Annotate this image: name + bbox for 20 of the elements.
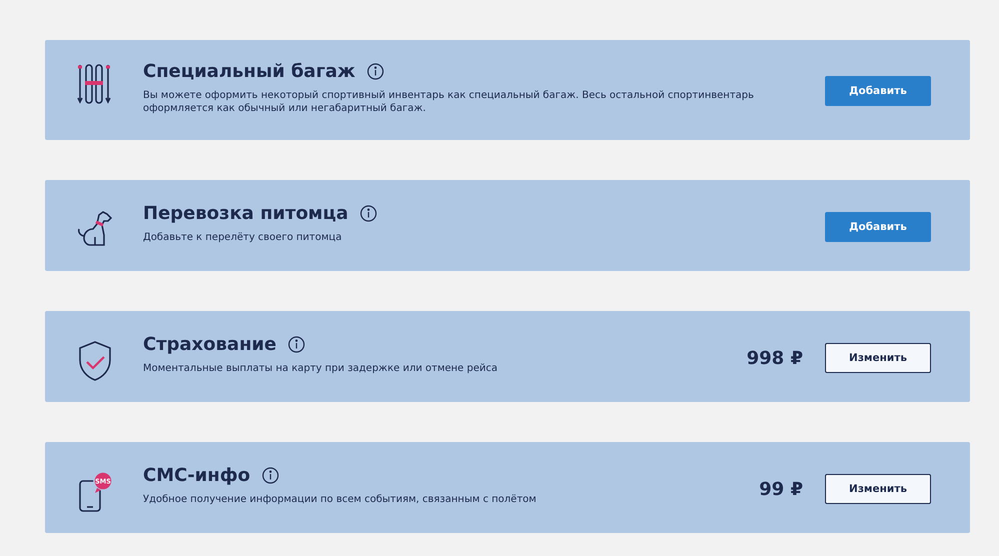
service-title: Перевозка питомца — [143, 203, 348, 224]
skis-icon — [77, 63, 111, 105]
change-button[interactable]: Изменить — [825, 343, 931, 373]
service-description: Удобное получение информации по всем событиям, связанным с полётом — [143, 493, 538, 506]
info-icon[interactable] — [262, 467, 280, 484]
service-title: Специальный багаж — [143, 61, 356, 82]
price: 998 ₽ — [746, 348, 803, 368]
info-icon[interactable] — [288, 336, 306, 353]
service-title: СМС-инфо — [143, 465, 250, 486]
service-description: Добавьте к перелёту своего питомца — [143, 231, 343, 244]
price: 99 ₽ — [759, 478, 803, 500]
service-title: Страхование — [143, 334, 276, 355]
change-button[interactable]: Изменить — [825, 474, 931, 504]
shield-icon — [77, 340, 113, 382]
service-description: Моментальные выплаты на карту при задержке или отмене рейса — [143, 362, 499, 375]
info-icon[interactable] — [367, 63, 384, 80]
service-description: Вы можете оформить некоторый спортивный инвентарь как специальный багаж. Весь остальной спортинвентарь оформляется как обычный или негабаритный багаж. — [143, 89, 755, 115]
add-button[interactable]: Добавить — [825, 76, 931, 106]
add-button[interactable]: Добавить — [825, 212, 931, 242]
info-icon[interactable] — [360, 205, 378, 222]
